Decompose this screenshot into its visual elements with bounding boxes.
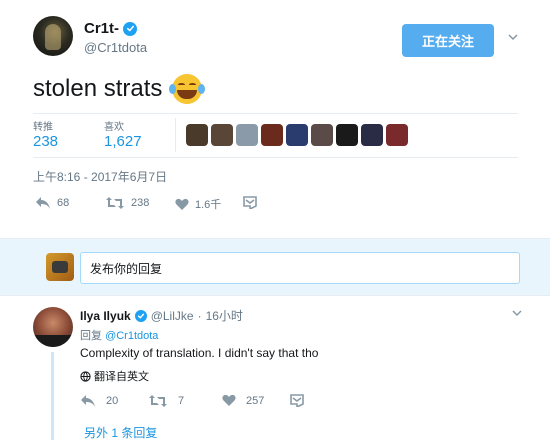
retweets-count[interactable]: 238: [33, 133, 58, 150]
likes-count[interactable]: 1,627: [104, 133, 142, 150]
reply-icon: [81, 395, 95, 407]
like-count: 1.6千: [195, 199, 222, 211]
retweets-label: 转推: [33, 122, 53, 133]
reply-reply-action[interactable]: 20: [80, 394, 118, 408]
reply-icon: [36, 197, 50, 209]
heart-icon: [175, 198, 189, 210]
chevron-down-icon[interactable]: [508, 32, 518, 42]
liker-avatar[interactable]: [361, 124, 383, 146]
verified-badge-icon: [123, 21, 138, 36]
verified-badge-icon: [134, 309, 147, 322]
author-avatar[interactable]: [33, 16, 73, 56]
reply-to-prefix: 回复: [80, 330, 102, 342]
reply-header: Ilya Ilyuk @LilJke · 16小时: [80, 307, 243, 324]
more-replies-link[interactable]: 另外 1 条回复: [84, 424, 157, 441]
retweets-stat[interactable]: 转推 238: [33, 118, 58, 150]
reply-text: Complexity of translation. I didn't say …: [80, 346, 319, 360]
stat-separator: [175, 118, 176, 152]
reply-author-avatar[interactable]: [33, 307, 73, 347]
reply-author-name[interactable]: Ilya Ilyuk: [80, 309, 131, 323]
tweet-text-row: stolen strats: [33, 74, 206, 104]
direct-message-action[interactable]: [243, 196, 257, 209]
likes-stat[interactable]: 喜欢 1,627: [104, 118, 142, 150]
retweet-action[interactable]: 238: [105, 196, 149, 210]
reply-time[interactable]: 16小时: [206, 307, 243, 324]
reply-input[interactable]: 发布你的回复: [80, 252, 520, 284]
liker-avatar[interactable]: [186, 124, 208, 146]
current-user-avatar: [46, 253, 74, 281]
reply-dm-action[interactable]: [290, 394, 304, 407]
reply-like-count: 257: [246, 394, 265, 407]
liker-avatar[interactable]: [311, 124, 333, 146]
liker-avatar[interactable]: [386, 124, 408, 146]
translate-label: 翻译自英文: [94, 371, 149, 383]
face-with-tears-of-joy-emoji: [169, 74, 206, 104]
likes-label: 喜欢: [104, 122, 124, 133]
envelope-icon: [243, 196, 257, 209]
retweet-icon: [149, 395, 167, 407]
retweet-count: 238: [131, 197, 150, 209]
reply-to-handle[interactable]: @Cr1tdota: [105, 330, 158, 342]
translate-link[interactable]: 翻译自英文: [80, 368, 149, 384]
reply-author-handle[interactable]: @LilJke: [151, 309, 194, 323]
liker-avatar[interactable]: [236, 124, 258, 146]
reply-like-action[interactable]: 257: [222, 394, 264, 407]
author-handle[interactable]: @Cr1tdota: [84, 40, 147, 55]
reply-reply-count: 20: [106, 395, 119, 407]
envelope-icon: [290, 394, 304, 407]
globe-icon: [80, 370, 91, 382]
liker-avatar[interactable]: [286, 124, 308, 146]
thread-line: [51, 352, 54, 440]
retweet-icon: [106, 197, 124, 209]
reply-retweet-count: 7: [178, 395, 185, 407]
like-action[interactable]: 1.6千: [175, 196, 221, 212]
liker-avatar[interactable]: [336, 124, 358, 146]
reply-count: 68: [57, 197, 70, 209]
chevron-down-icon[interactable]: [512, 308, 522, 318]
reply-retweet-action[interactable]: 7: [148, 394, 184, 408]
author-name[interactable]: Cr1t-: [84, 20, 119, 37]
following-button[interactable]: 正在关注: [402, 24, 494, 57]
reply-action[interactable]: 68: [35, 196, 69, 210]
author-name-row[interactable]: Cr1t-: [84, 20, 138, 37]
reply-to-line: 回复 @Cr1tdota: [80, 327, 158, 343]
liker-avatar[interactable]: [261, 124, 283, 146]
divider: [33, 113, 518, 114]
heart-icon: [222, 394, 236, 406]
meta-separator: ·: [197, 308, 202, 323]
liker-avatar[interactable]: [211, 124, 233, 146]
divider: [33, 157, 518, 158]
tweet-timestamp[interactable]: 上午8:16 - 2017年6月7日: [33, 168, 167, 185]
tweet-text: stolen strats: [33, 75, 163, 102]
